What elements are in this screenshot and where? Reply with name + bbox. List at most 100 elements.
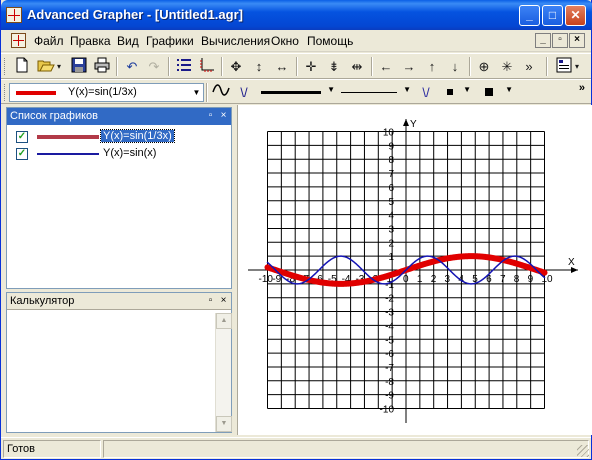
menu-graphs[interactable]: Графики [146, 34, 194, 48]
menu-bar: Файл Правка Вид Графики Вычисления Окно … [1, 30, 591, 52]
toolbar-separator [371, 57, 373, 76]
graph-plot[interactable]: XY-10 -9 -8 -7 -6 -5 -4 -3 -2 -1 0 1 2 3 4 5 6 7 8 9 1010987… [238, 105, 592, 435]
asymptote-icon[interactable]: \/ [415, 83, 437, 103]
chevron-down-icon[interactable]: ▼ [327, 85, 335, 94]
zoom-in-icon[interactable]: ✛ [300, 57, 322, 77]
menu-view[interactable]: Вид [117, 34, 139, 48]
redo-icon[interactable]: ↷ [143, 57, 165, 77]
graph-list-header[interactable]: Список графиков ▫ × [7, 108, 231, 125]
scroll-down-button[interactable]: ▼ [216, 416, 232, 432]
line-style-selector[interactable]: ▼ [337, 83, 411, 102]
stretch-horizontal-icon[interactable]: ↔ [271, 57, 293, 77]
arrow-up-icon[interactable]: ↑ [421, 57, 443, 77]
x-axis-label: X [568, 257, 575, 268]
graph-visible-checkbox[interactable]: ✓ [16, 131, 28, 143]
toolbar-separator [469, 57, 471, 76]
maximize-button[interactable]: □ [542, 5, 563, 26]
graph-list-icon[interactable] [173, 57, 195, 77]
graph-selector[interactable]: Y(x)=sin(1/3x) ▼ [9, 83, 204, 102]
arrow-down-icon[interactable]: ↓ [444, 57, 466, 77]
restore-icon[interactable]: ▫ [205, 109, 216, 122]
toolbar-separator [116, 57, 118, 76]
chevron-down-icon[interactable]: ▼ [403, 85, 411, 94]
save-icon[interactable] [68, 57, 90, 77]
toolbar-separator [546, 57, 548, 76]
y-tick-label: -5 [385, 335, 394, 346]
y-tick-label: 6 [388, 183, 394, 194]
trace-icon[interactable]: ⊕ [473, 57, 495, 77]
marker-selector[interactable]: ▼ [441, 83, 471, 102]
overflow-chevron[interactable]: » [523, 57, 535, 77]
graph-visible-checkbox[interactable]: ✓ [16, 148, 28, 160]
plot-canvas[interactable]: X Y -10 -9 -8 -7 -6 -5 -4 -3 -2 -1 0 1 2 3 4 5 6 7 8 9 10 10 9 8 7… [237, 105, 592, 435]
arrow-left-icon[interactable]: ← [375, 57, 397, 77]
y-tick-label: 3 [388, 224, 394, 235]
new-icon[interactable] [11, 57, 33, 77]
calculator-header[interactable]: Калькулятор ▫ × [7, 293, 231, 310]
graph-list-item[interactable]: ✓ Y(x)=sin(1/3x) [7, 129, 231, 145]
close-icon[interactable]: × [218, 109, 229, 122]
menu-window[interactable]: Окно [271, 34, 299, 48]
menu-calculations[interactable]: Вычисления [201, 34, 270, 48]
line-width-selector[interactable]: ▼ [257, 83, 335, 102]
menu-file[interactable]: Файл [34, 34, 64, 48]
chevron-down-icon[interactable]: ▼ [505, 85, 513, 94]
y-tick-label: -8 [385, 377, 394, 388]
toolbar-separator [168, 57, 170, 76]
close-button[interactable]: ✕ [565, 5, 586, 26]
status-bar: Готов [1, 437, 591, 459]
graph-toolbar: Y(x)=sin(1/3x) ▼ \/ ▼ ▼ \/ ▼ ▼ » [1, 79, 591, 104]
overflow-chevron[interactable]: » [579, 82, 585, 94]
restore-icon[interactable]: ▫ [205, 294, 216, 307]
x-tick-label: -10 [259, 274, 274, 285]
minimize-button[interactable]: _ [519, 5, 540, 26]
document-icon[interactable] [11, 33, 26, 48]
mdi-restore-button[interactable]: ▫ [552, 33, 568, 48]
fill-selector[interactable]: ▼ [479, 83, 513, 102]
resize-grip[interactable] [577, 445, 589, 457]
move-icon[interactable]: ✥ [225, 57, 247, 77]
toolbar-grip[interactable] [4, 84, 7, 101]
open-dropdown-arrow[interactable]: ▾ [54, 57, 64, 77]
x-tick-label: 0 [403, 274, 409, 285]
status-panel [103, 440, 589, 458]
y-tick-label: 8 [388, 155, 394, 166]
panel-title: Список графиков [10, 110, 98, 122]
curve-style-icon[interactable] [210, 83, 232, 103]
axes-icon[interactable] [196, 57, 218, 77]
close-icon[interactable]: × [218, 294, 229, 307]
properties-dropdown-arrow[interactable]: ▾ [572, 57, 582, 77]
scroll-up-button[interactable]: ▲ [216, 313, 232, 329]
graph-list-panel: Список графиков ▫ × ✓ Y(x)=sin(1/3x) ✓ Y… [6, 107, 232, 289]
graph-label: Y(x)=sin(1/3x) [100, 129, 175, 143]
mdi-minimize-button[interactable]: _ [535, 33, 551, 48]
tangent-icon[interactable]: \/ [233, 83, 255, 103]
main-toolbar: ▾ ↶ ↷ ✥ ↕ ↔ ✛ ⇟ ⇹ ← → ↑ ↓ ⊕ ✳ » ▾ [1, 53, 591, 79]
calculator-scrollbar[interactable]: ▲ ▼ [215, 313, 232, 432]
x-tick-label: 3 [445, 274, 451, 285]
arrow-right-icon[interactable]: → [398, 57, 420, 77]
graph-color-swatch [37, 153, 99, 155]
graph-color-swatch [37, 135, 99, 139]
fill-preview [485, 88, 493, 96]
graph-list-item[interactable]: ✓ Y(x)=sin(x) [7, 146, 231, 162]
compress-vertical-icon[interactable]: ⇟ [323, 57, 345, 77]
toolbar-grip[interactable] [4, 58, 7, 75]
window-title: Advanced Grapher - [Untitled1.agr] [27, 7, 243, 22]
print-icon[interactable] [91, 57, 113, 77]
menu-edit[interactable]: Правка [70, 34, 111, 48]
menu-help[interactable]: Помощь [307, 34, 353, 48]
undo-icon[interactable]: ↶ [121, 57, 143, 77]
graph-color-swatch [16, 91, 56, 95]
app-icon[interactable] [6, 7, 22, 23]
compress-horizontal-icon[interactable]: ⇹ [346, 57, 368, 77]
chevron-down-icon[interactable]: ▼ [191, 85, 202, 100]
y-tick-label: -10 [380, 405, 395, 416]
title-bar[interactable]: Advanced Grapher - [Untitled1.agr] _ □ ✕ [1, 0, 592, 30]
y-axis-label: Y [410, 119, 417, 130]
status-text: Готов [3, 440, 101, 458]
mdi-close-button[interactable]: × [569, 33, 585, 48]
stretch-vertical-icon[interactable]: ↕ [248, 57, 270, 77]
star-icon[interactable]: ✳ [496, 57, 518, 77]
chevron-down-icon[interactable]: ▼ [463, 85, 471, 94]
